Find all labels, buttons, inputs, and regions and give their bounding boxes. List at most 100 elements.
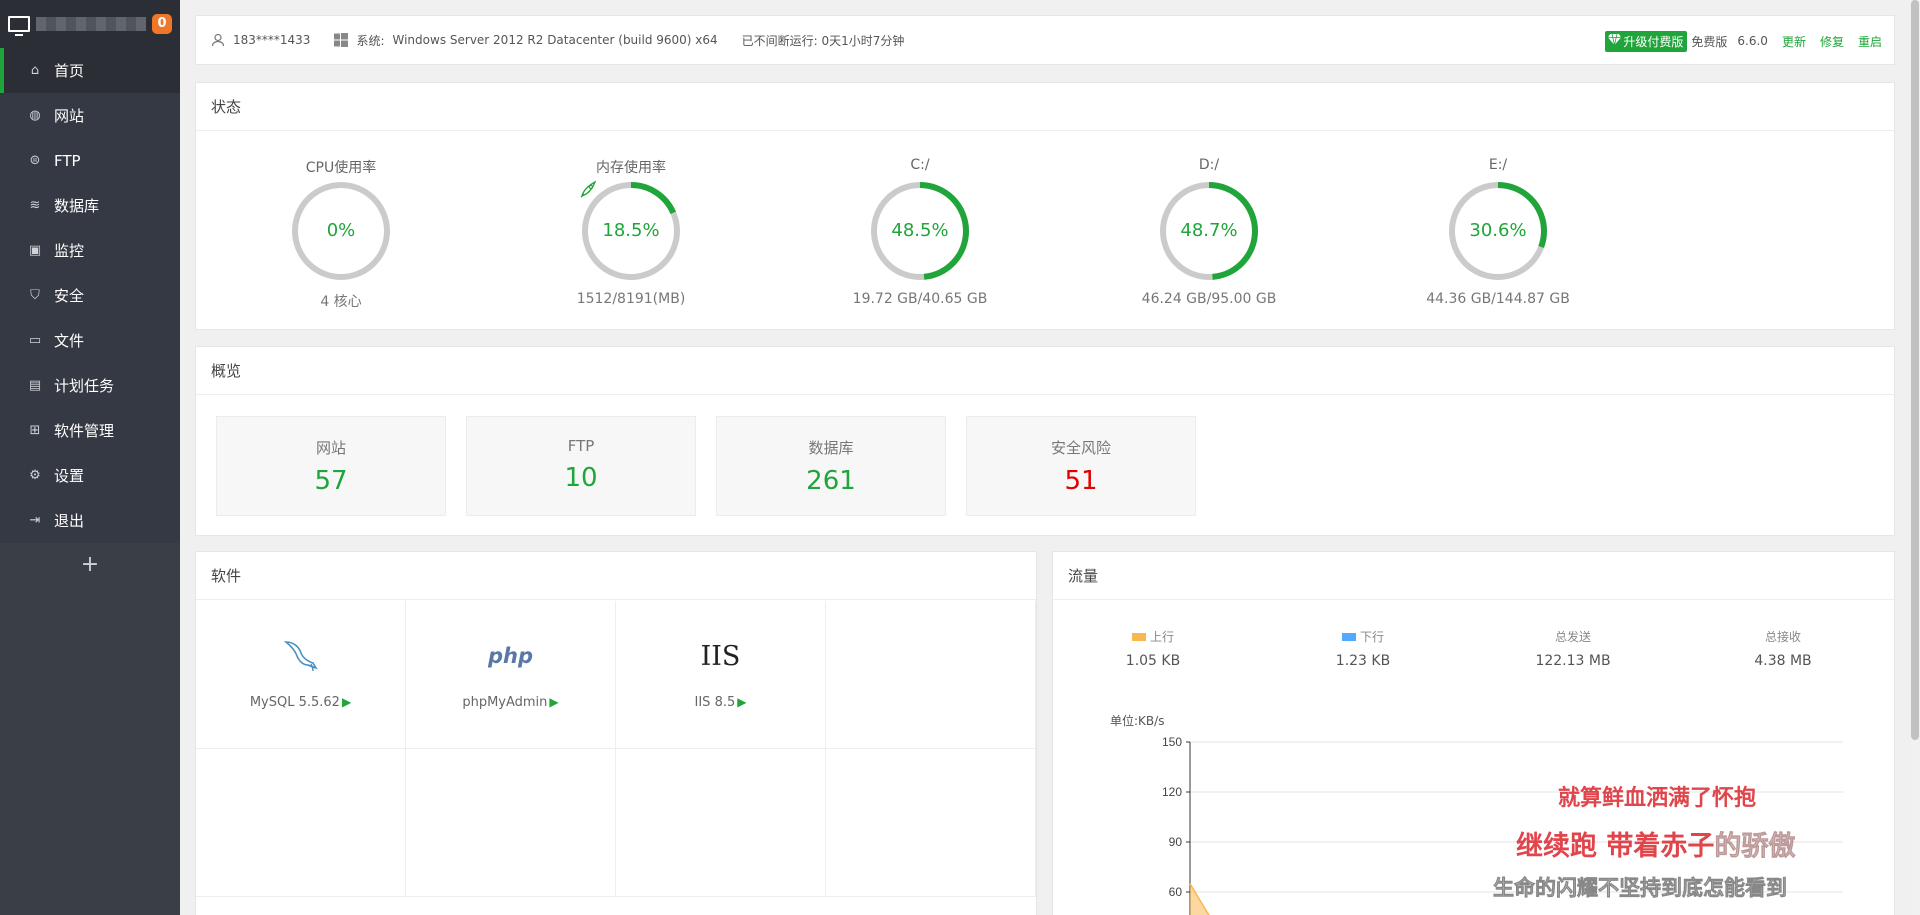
user-info: 183****1433 bbox=[211, 33, 310, 47]
php-logo-icon: php bbox=[487, 644, 533, 668]
sidebar-item-8[interactable]: ⊞ 软件管理 bbox=[0, 408, 180, 453]
gauge-1[interactable]: 内存使用率 18.5% 1512/8191(MB) bbox=[521, 157, 741, 307]
gauge-label: E:/ bbox=[1488, 157, 1508, 173]
gauge-0[interactable]: CPU使用率 0% 4 核心 bbox=[231, 157, 451, 311]
restart-link[interactable]: 重启 bbox=[1858, 33, 1882, 50]
sidebar-item-2[interactable]: ⊜ FTP bbox=[0, 138, 180, 183]
software-cell[interactable]: MySQL 5.5.62 ▶ bbox=[196, 601, 406, 749]
sidebar-item-label: FTP bbox=[54, 151, 81, 170]
total-recv-value: 4.38 MB bbox=[1754, 653, 1812, 669]
upload-stat: 上行 1.05 KB bbox=[1053, 628, 1253, 669]
sidebar-item-label: 文件 bbox=[54, 332, 85, 350]
sidebar-item-10[interactable]: ⇥ 退出 bbox=[0, 498, 180, 543]
home-icon: ⌂ bbox=[30, 62, 40, 78]
sidebar-item-1[interactable]: ◍ 网站 bbox=[0, 93, 180, 138]
software-cell bbox=[196, 749, 406, 897]
traffic-panel: 流量 上行 1.05 KB 下行 1.23 KB 总发送 122.13 MB 总… bbox=[1052, 551, 1895, 915]
software-cell[interactable]: php phpMyAdmin ▶ bbox=[406, 601, 616, 749]
user-phone: 183****1433 bbox=[233, 33, 311, 47]
gauge-3[interactable]: D:/ 48.7% 46.24 GB/95.00 GB bbox=[1099, 157, 1319, 307]
gauge-2[interactable]: C:/ 48.5% 19.72 GB/40.65 GB bbox=[810, 157, 1030, 307]
gauge-value: 18.5% bbox=[602, 220, 660, 241]
sidebar-item-6[interactable]: ▭ 文件 bbox=[0, 318, 180, 363]
upload-legend-swatch bbox=[1131, 632, 1146, 641]
gauge-label: 内存使用率 bbox=[596, 160, 666, 176]
play-icon[interactable]: ▶ bbox=[549, 695, 558, 709]
edition-label: 免费版 bbox=[1691, 34, 1728, 49]
upgrade-button[interactable]: 升级付费版 bbox=[1605, 30, 1688, 52]
download-label: 下行 bbox=[1359, 630, 1384, 644]
overview-card-label: FTP bbox=[567, 437, 595, 455]
scrollbar-thumb[interactable] bbox=[1911, 0, 1919, 740]
lyric-line-2: 继续跑 带着赤子的骄傲 bbox=[1516, 824, 1796, 863]
sidebar-item-3[interactable]: ≋ 数据库 bbox=[0, 183, 180, 228]
sidebar-item-label: 软件管理 bbox=[54, 422, 115, 440]
sidebar-header: 0 bbox=[0, 0, 180, 48]
message-badge[interactable]: 0 bbox=[152, 14, 172, 34]
total-sent-label: 总发送 bbox=[1554, 630, 1591, 644]
repair-link[interactable]: 修复 bbox=[1820, 33, 1844, 50]
monitor-icon: ▣ bbox=[28, 242, 42, 258]
sidebar-item-label: 网站 bbox=[54, 107, 85, 125]
sidebar-item-5[interactable]: ⛉ 安全 bbox=[0, 273, 180, 318]
software-name: MySQL 5.5.62 ▶ bbox=[249, 695, 352, 710]
sidebar-menu: ⌂ 首页 ◍ 网站 ⊜ FTP ≋ 数据库 ▣ 监控 ⛉ 安全 ▭ 文件 ▤ 计划任务 ⊞ 软件管理 ⚙ 设置 ⇥ 退出 bbox=[0, 48, 180, 543]
diamond-icon bbox=[1608, 33, 1622, 45]
gauge-detail: 46.24 GB/95.00 GB bbox=[1141, 291, 1277, 307]
software-cell bbox=[406, 749, 616, 897]
overview-card-2[interactable]: 数据库 261 bbox=[716, 416, 946, 516]
sidebar-item-9[interactable]: ⚙ 设置 bbox=[0, 453, 180, 498]
chart-tick-label: 150 bbox=[1162, 735, 1182, 749]
sidebar-item-label: 首页 bbox=[54, 62, 85, 80]
os-label: 系统: bbox=[356, 33, 385, 48]
total-sent-stat: 总发送 122.13 MB bbox=[1473, 628, 1673, 669]
lyric-line-1: 就算鲜血洒满了怀抱 bbox=[1558, 785, 1757, 811]
chart-tick-label: 120 bbox=[1162, 785, 1182, 799]
computer-icon bbox=[8, 16, 30, 36]
overview-card-3[interactable]: 安全风险 51 bbox=[966, 416, 1196, 516]
gauge-4[interactable]: E:/ 30.6% 44.36 GB/144.87 GB bbox=[1388, 157, 1608, 307]
software-cell[interactable]: IIS IIS 8.5 ▶ bbox=[616, 601, 826, 749]
gauge-detail: 4 核心 bbox=[320, 294, 362, 310]
sidebar-item-0[interactable]: ⌂ 首页 bbox=[0, 48, 180, 93]
update-link[interactable]: 更新 bbox=[1782, 33, 1806, 50]
overview-panel: 概览 网站 57 FTP 10 数据库 261 安全风险 51 bbox=[195, 346, 1895, 536]
overview-card-value: 10 bbox=[564, 463, 598, 493]
sidebar-item-label: 数据库 bbox=[54, 197, 100, 215]
download-stat: 下行 1.23 KB bbox=[1263, 628, 1463, 669]
status-panel: 状态 CPU使用率 0% 4 核心 内存使用率 18.5% 1512/8191(MB) C:… bbox=[195, 82, 1895, 330]
download-value: 1.23 KB bbox=[1335, 653, 1391, 669]
apps-icon: ⊞ bbox=[29, 422, 41, 438]
gauge-label: D:/ bbox=[1198, 157, 1220, 173]
sidebar-item-7[interactable]: ▤ 计划任务 bbox=[0, 363, 180, 408]
overview-title: 概览 bbox=[196, 347, 1894, 395]
sidebar-item-label: 退出 bbox=[54, 512, 85, 530]
software-title: 软件 bbox=[196, 552, 1036, 600]
gauge-ring: 48.5% bbox=[868, 179, 972, 283]
play-icon[interactable]: ▶ bbox=[737, 695, 746, 709]
uptime: 已不间断运行: 0天1小时7分钟 bbox=[742, 32, 905, 49]
software-cell bbox=[826, 749, 1036, 897]
add-menu-button[interactable]: + bbox=[0, 543, 180, 587]
gauge-detail: 1512/8191(MB) bbox=[576, 291, 686, 307]
overview-card-label: 数据库 bbox=[808, 439, 854, 457]
overview-card-1[interactable]: FTP 10 bbox=[466, 416, 696, 516]
play-icon[interactable]: ▶ bbox=[342, 695, 351, 709]
ftp-icon: ⊜ bbox=[29, 152, 41, 168]
gauge-detail: 19.72 GB/40.65 GB bbox=[852, 291, 988, 307]
sidebar-item-4[interactable]: ▣ 监控 bbox=[0, 228, 180, 273]
mysql-dolphin-icon bbox=[283, 641, 318, 672]
sidebar-item-label: 设置 bbox=[54, 467, 85, 485]
software-panel: 软件 MySQL 5.5.62 ▶ php phpMyAdmin ▶ IIS IIS 8.5… bbox=[195, 551, 1037, 915]
user-icon bbox=[211, 33, 225, 47]
overview-card-value: 261 bbox=[806, 466, 856, 496]
page-scrollbar[interactable] bbox=[1910, 0, 1920, 915]
sidebar-item-label: 安全 bbox=[54, 287, 85, 305]
overview-card-0[interactable]: 网站 57 bbox=[216, 416, 446, 516]
database-icon: ≋ bbox=[29, 197, 41, 213]
gauge-value: 30.6% bbox=[1469, 220, 1527, 241]
info-bar: 183****1433 系统: Windows Server 2012 R2 D… bbox=[195, 15, 1895, 65]
software-name: phpMyAdmin ▶ bbox=[462, 695, 559, 710]
gauge-label: CPU使用率 bbox=[305, 160, 377, 176]
status-title: 状态 bbox=[196, 83, 1894, 131]
